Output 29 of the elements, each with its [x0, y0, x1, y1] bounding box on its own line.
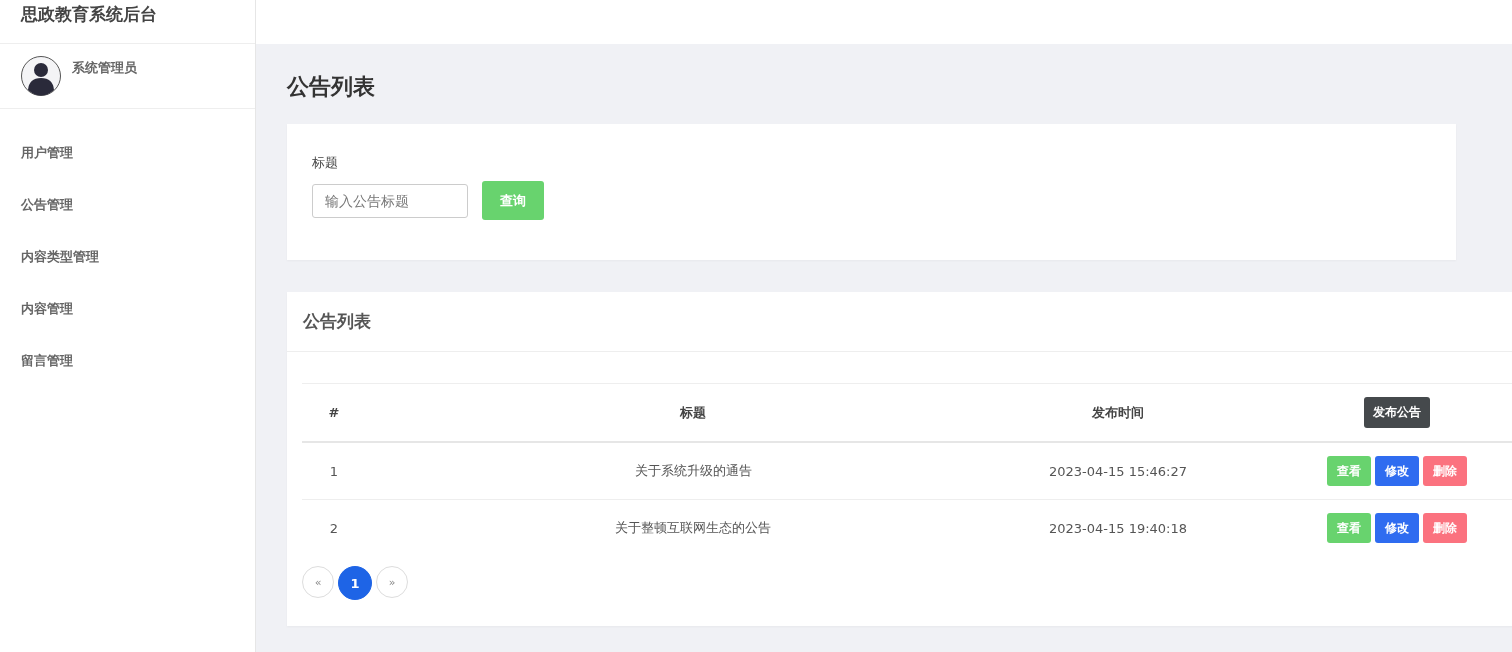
- field-label: 标题: [312, 154, 339, 172]
- table-cell: 1: [329, 463, 339, 479]
- edit-button[interactable]: 修改: [1375, 513, 1419, 543]
- sidebar-item[interactable]: 用户管理: [21, 142, 73, 164]
- table-cell: 关于整顿互联网生态的公告: [615, 520, 771, 535]
- sidebar-item[interactable]: 公告管理: [21, 194, 73, 216]
- sidebar-item[interactable]: 内容管理: [21, 298, 73, 320]
- user-avatar-icon: [21, 56, 61, 96]
- publish-button[interactable]: 发布公告: [1364, 397, 1430, 428]
- page-button[interactable]: »: [376, 566, 408, 598]
- page-button[interactable]: 1: [338, 566, 372, 600]
- delete-button[interactable]: 删除: [1423, 456, 1467, 486]
- panel-title: 公告列表: [303, 310, 371, 333]
- sidebar-item[interactable]: 内容类型管理: [21, 246, 99, 268]
- column-header: #: [328, 405, 340, 420]
- table-cell: 2023-04-15 19:40:18: [1048, 520, 1188, 536]
- user-name: 系统管理员: [72, 59, 137, 77]
- page-button[interactable]: «: [302, 566, 334, 598]
- delete-button[interactable]: 删除: [1423, 513, 1467, 543]
- table-cell: 关于系统升级的通告: [634, 463, 752, 478]
- edit-button[interactable]: 修改: [1375, 456, 1419, 486]
- title-search-field[interactable]: 输入公告标题: [312, 183, 468, 218]
- sidebar-item[interactable]: 留言管理: [21, 350, 73, 372]
- column-header: 标题: [680, 404, 706, 420]
- table-cell: 2: [329, 520, 339, 536]
- table-cell: 2023-04-15 15:46:27: [1048, 463, 1188, 479]
- app-title: 思政教育系统后台: [21, 3, 157, 26]
- column-header: 发布时间: [1092, 404, 1144, 420]
- page-title: 公告列表: [287, 73, 376, 101]
